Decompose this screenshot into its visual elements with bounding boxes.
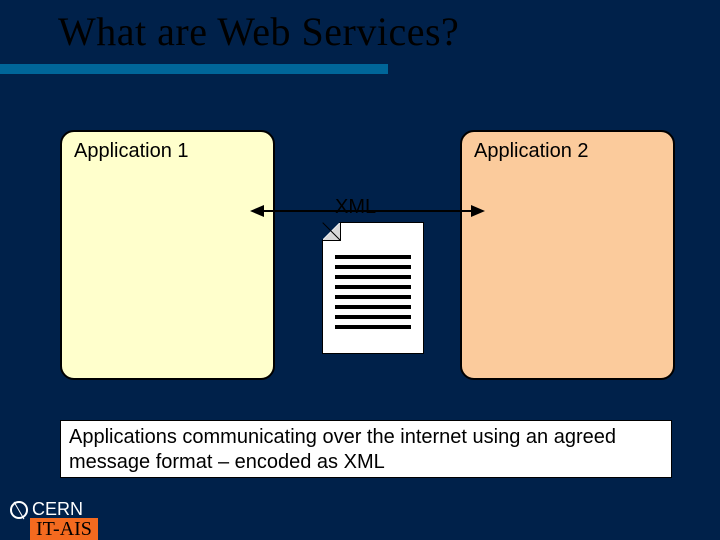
caption-text: Applications communicating over the inte… xyxy=(69,426,616,473)
cern-ring-icon xyxy=(10,501,28,519)
application-1-label: Application 1 xyxy=(74,140,189,162)
caption-box: Applications communicating over the inte… xyxy=(60,420,672,478)
title-underline xyxy=(0,64,388,74)
document-lines-icon xyxy=(335,255,411,335)
cern-text: CERN xyxy=(32,499,83,520)
application-1-box: Application 1 xyxy=(60,130,275,380)
xml-document-icon xyxy=(322,222,424,354)
slide-title: What are Web Services? xyxy=(58,8,459,55)
it-ais-label: IT-AIS xyxy=(30,518,98,540)
xml-label: XML xyxy=(335,196,376,219)
application-2-box: Application 2 xyxy=(460,130,675,380)
arrow-head-right-icon xyxy=(471,205,485,217)
arrow-head-left-icon xyxy=(250,205,264,217)
application-2-label: Application 2 xyxy=(474,140,589,162)
cern-logo: CERN xyxy=(10,499,83,520)
